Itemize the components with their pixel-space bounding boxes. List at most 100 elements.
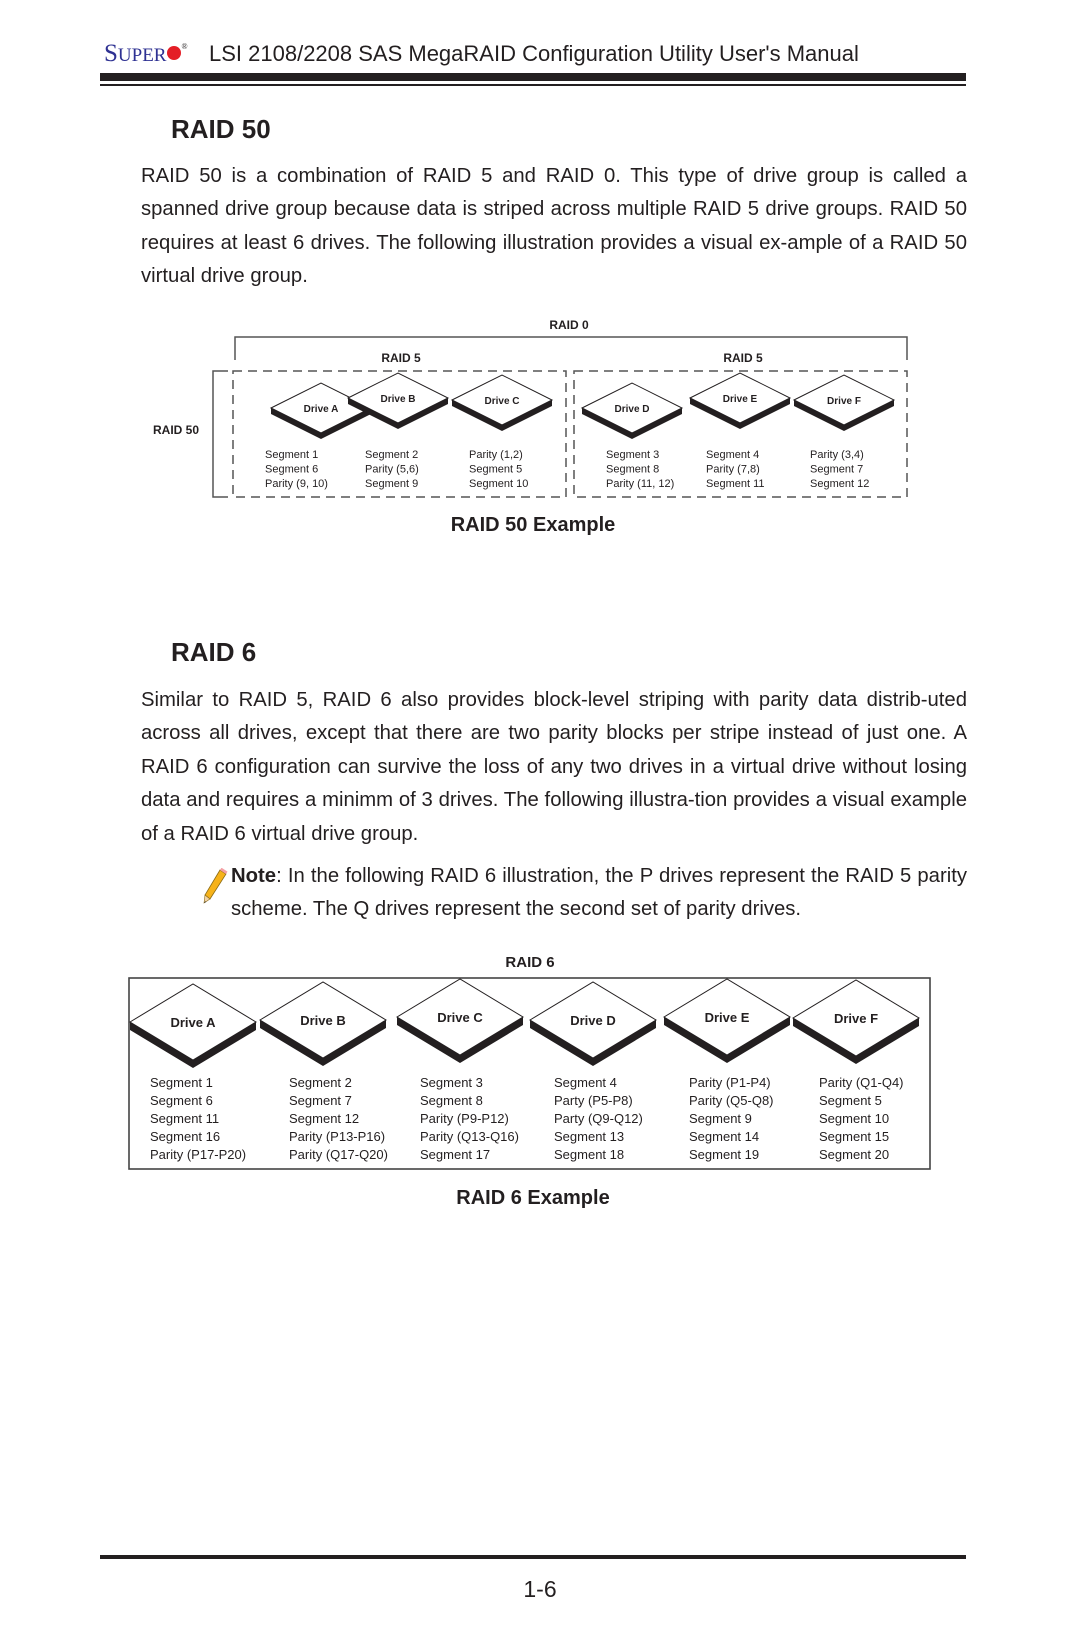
raid6-drive: Drive E Parity (P1-P4) Parity (Q5-Q8) Segme… <box>663 978 791 1162</box>
drive-block: Segment 8 <box>606 464 659 476</box>
raid0-label: RAID 0 <box>549 318 589 332</box>
drive-block: Segment 2 <box>365 449 418 461</box>
drive-block: Segment 4 <box>706 449 759 461</box>
drive-label: Drive C <box>437 1010 483 1025</box>
raid5-label: RAID 5 <box>381 351 421 365</box>
raid6-diagram: RAID 6 Drive A Segment 1 Segment 6 Segment … <box>128 954 931 1170</box>
raid6-drive: Drive B Segment 2 Segment 7 Segment 12 Parit… <box>259 981 388 1162</box>
drive-block: Parity (Q17-Q20) <box>289 1147 388 1162</box>
drive-label: Drive B <box>300 1013 346 1028</box>
drive-block: Segment 6 <box>265 464 318 476</box>
drive-block: Party (P5-P8) <box>554 1093 633 1108</box>
drive-block: Segment 6 <box>150 1093 213 1108</box>
drive-icon: Drive C <box>396 978 524 1063</box>
drive-block: Parity (P17-P20) <box>150 1147 246 1162</box>
drive-block: Segment 12 <box>810 478 869 490</box>
note: Note: In the following RAID 6 illustrati… <box>231 860 967 927</box>
drive-block: Segment 13 <box>554 1129 624 1144</box>
drive-block: Parity (Q5-Q8) <box>689 1093 774 1108</box>
drive-block: Segment 19 <box>689 1147 759 1162</box>
drive-block: Parity (11, 12) <box>606 478 674 490</box>
drive-label: Drive B <box>380 394 415 405</box>
drive-block: Segment 17 <box>420 1147 490 1162</box>
pencil-icon <box>203 868 228 904</box>
drive-label: Drive D <box>614 404 649 415</box>
drive-block: Segment 2 <box>289 1075 352 1090</box>
drive-label: Drive F <box>834 1011 878 1026</box>
drive-block: Segment 7 <box>810 464 863 476</box>
drive-icon: Drive E <box>688 372 792 429</box>
drive-icon: Drive D <box>580 382 684 439</box>
drive-block: Segment 5 <box>819 1093 882 1108</box>
drive-block: Segment 15 <box>819 1129 889 1144</box>
drive-label: Drive A <box>170 1015 216 1030</box>
drive-block: Segment 9 <box>365 478 418 490</box>
drive-block: Segment 7 <box>289 1093 352 1108</box>
drive-icon: Drive F <box>792 374 896 431</box>
raid0-bracket <box>234 336 908 360</box>
raid6-label: RAID 6 <box>505 954 554 971</box>
drive-block: Segment 10 <box>819 1111 889 1126</box>
drive-icon: Drive C <box>450 374 554 431</box>
raid50-side-label: RAID 50 <box>153 423 199 437</box>
page-number: 1-6 <box>523 1576 557 1602</box>
drive-block: Parity (3,4) <box>810 449 864 461</box>
drive-icon: Drive B <box>259 981 387 1066</box>
footer-rule <box>100 1555 966 1559</box>
drive-label: Drive A <box>304 404 339 415</box>
drive-icon: Drive A <box>129 983 257 1068</box>
raid6-box <box>128 977 931 1170</box>
drive-block: Parity (P13-P16) <box>289 1129 385 1144</box>
raid6-paragraph: Similar to RAID 5, RAID 6 also provides … <box>141 689 967 845</box>
drive-block: Parity (9, 10) <box>265 478 328 490</box>
drive-icon: Drive B <box>346 372 450 429</box>
drive-block: Segment 11 <box>706 478 765 490</box>
drive-block: Segment 9 <box>689 1111 752 1126</box>
raid6-drive: Drive F Parity (Q1-Q4) Segment 5 Segment 10… <box>792 979 920 1162</box>
drive-block: Parity (Q1-Q4) <box>819 1075 904 1090</box>
drive-block: Parity (P1-P4) <box>689 1075 771 1090</box>
raid50-diagram: RAID 0 RAID 50 RAID 5 Drive A Segment 1 Seg… <box>153 318 908 498</box>
drive-block: Segment 8 <box>420 1093 483 1108</box>
drive-block: Segment 5 <box>469 464 522 476</box>
note-text: : In the following RAID 6 illustration, … <box>231 865 967 921</box>
drive-block: Parity (7,8) <box>706 464 760 476</box>
drive-block: Segment 16 <box>150 1129 220 1144</box>
drive-icon: Drive F <box>792 979 920 1064</box>
drive-icon: Drive D <box>529 981 657 1066</box>
drive-block: Segment 1 <box>150 1075 213 1090</box>
drive-label: Drive D <box>570 1013 616 1028</box>
raid5-group: RAID 5 Drive D Segment 3 Segment 8 Parity (1… <box>573 351 908 498</box>
raid50-bracket <box>212 370 228 498</box>
drive-block: Segment 14 <box>689 1129 759 1144</box>
drive-block: Segment 18 <box>554 1147 624 1162</box>
drive-block: Segment 11 <box>150 1111 219 1126</box>
drive-icon: Drive A <box>269 382 373 439</box>
drive-block: Segment 4 <box>554 1075 617 1090</box>
drive-block: Segment 3 <box>606 449 659 461</box>
section-heading-raid6: RAID 6 <box>171 637 257 667</box>
raid6-drive: Drive D Segment 4 Party (P5-P8) Party (Q9-Q… <box>529 981 657 1162</box>
drive-icon: Drive E <box>663 978 791 1063</box>
drive-block: Parity (5,6) <box>365 464 419 476</box>
drive-label: Drive F <box>827 396 861 407</box>
raid50-caption: RAID 50 Example <box>450 514 616 536</box>
drive-block: Party (Q9-Q12) <box>554 1111 643 1126</box>
drive-block: Parity (P9-P12) <box>420 1111 509 1126</box>
raid6-drive: Drive A Segment 1 Segment 6 Segment 11 Segme… <box>129 983 257 1162</box>
drive-block: Segment 1 <box>265 449 318 461</box>
drive-label: Drive E <box>723 394 758 405</box>
drive-block: Segment 10 <box>469 478 528 490</box>
raid5-label: RAID 5 <box>723 351 763 365</box>
drive-label: Drive C <box>484 396 519 407</box>
raid6-drive: Drive C Segment 3 Segment 8 Parity (P9-P12)… <box>396 978 524 1162</box>
drive-block: Segment 20 <box>819 1147 889 1162</box>
raid6-caption: RAID 6 Example <box>456 1187 610 1209</box>
note-label: Note <box>231 865 277 887</box>
drive-label: Drive E <box>705 1010 750 1025</box>
drive-block: Segment 12 <box>289 1111 359 1126</box>
drive-block: Parity (1,2) <box>469 449 523 461</box>
drive-block: Segment 3 <box>420 1075 483 1090</box>
drive-block: Parity (Q13-Q16) <box>420 1129 519 1144</box>
raid5-group: RAID 5 Drive A Segment 1 Segment 6 Parity (9… <box>232 351 567 498</box>
